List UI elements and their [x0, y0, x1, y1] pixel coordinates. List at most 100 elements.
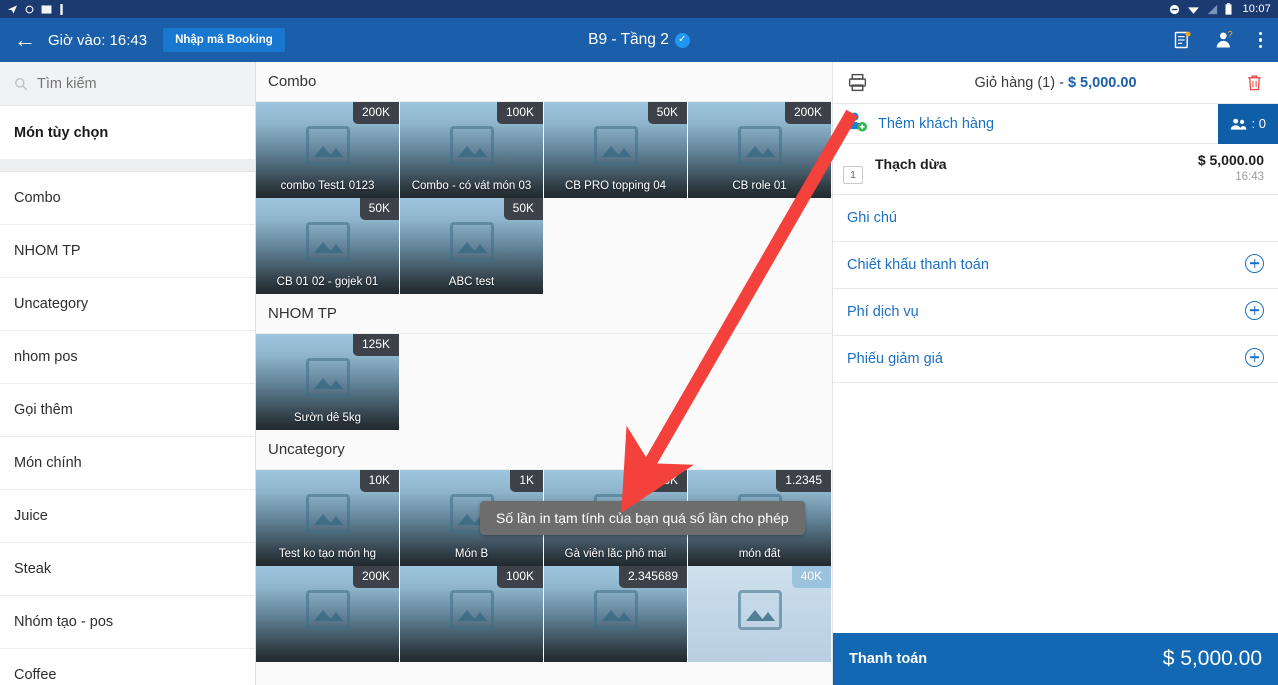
sidebar-item-nhom-pos[interactable]: nhom pos — [0, 331, 255, 384]
person-add-icon[interactable]: ? — [1215, 30, 1235, 50]
cart-panel: Giỏ hàng (1) - $ 5,000.00 Thêm khách hàn… — [832, 62, 1278, 685]
status-bar-right-icons: 10:07 — [1169, 3, 1271, 15]
overflow-menu-icon[interactable] — [1257, 31, 1265, 49]
image-placeholder-icon — [305, 222, 350, 263]
entry-time-label: Giờ vào: 16:43 — [48, 31, 148, 49]
price-badge: 100K — [496, 102, 543, 124]
line-item-price: $ 5,000.00 — [1197, 152, 1264, 168]
cart-header: Giỏ hàng (1) - $ 5,000.00 — [833, 62, 1278, 104]
price-badge: 40K — [791, 566, 831, 588]
android-status-bar: 10:07 — [0, 0, 1278, 18]
add-customer-label[interactable]: Thêm khách hàng — [878, 116, 994, 132]
price-badge: 125K — [352, 334, 399, 356]
sidebar-item-steak[interactable]: Steak — [0, 543, 255, 596]
clock-icon — [25, 5, 34, 13]
cart-empty-space — [833, 383, 1278, 633]
sidebar-item-nhom-tp[interactable]: NHOM TP — [0, 225, 255, 278]
group-header-nhom-tp: NHOM TP — [256, 294, 832, 334]
sidebar-separator — [0, 159, 255, 172]
line-item-name: Thạch dừa — [875, 156, 947, 172]
product-name: Test ko tạo món hg — [278, 548, 377, 560]
product-card[interactable]: 40K — [688, 566, 832, 662]
product-name: Sườn dê 5kg — [293, 412, 362, 424]
product-card[interactable]: 200K CB role 01 — [688, 102, 832, 198]
usb-icon — [60, 3, 63, 15]
add-customer-icon[interactable] — [845, 110, 868, 138]
product-row: 125K Sườn dê 5kg — [256, 334, 832, 430]
product-card[interactable]: 125K Sườn dê 5kg — [256, 334, 400, 430]
price-badge: 200K — [352, 102, 399, 124]
sidebar-item-combo[interactable]: Combo — [0, 172, 255, 225]
price-badge: 200K — [352, 566, 399, 588]
back-arrow-icon[interactable]: ← — [10, 29, 48, 51]
guest-count-chip[interactable]: : 0 — [1217, 103, 1278, 144]
price-badge: 50K — [647, 102, 687, 124]
table-title: B9 - Tầng 2 ✓ — [588, 31, 690, 49]
sidebar-item-goi-them[interactable]: Gọi thêm — [0, 384, 255, 437]
payment-discount-label: Chiết khấu thanh toán — [847, 257, 989, 273]
app-bar: ← Giờ vào: 16:43 Nhập mã Booking B9 - Tầ… — [0, 18, 1278, 62]
add-voucher-icon[interactable] — [1245, 347, 1264, 371]
product-card[interactable]: 10K Test ko tạo món hg — [256, 470, 400, 566]
note-add-icon[interactable] — [1173, 30, 1193, 50]
voucher-link[interactable]: Phiếu giảm giá — [833, 336, 1278, 383]
add-payment-discount-icon[interactable] — [1245, 253, 1264, 277]
telegram-icon — [7, 4, 18, 14]
product-card[interactable]: 200K combo Test1 0123 — [256, 102, 400, 198]
trash-icon[interactable] — [1245, 73, 1264, 92]
line-item-time: 16:43 — [1235, 171, 1264, 183]
people-icon — [1230, 118, 1246, 130]
image-placeholder-icon — [593, 590, 638, 631]
quantity-stepper[interactable]: 1 — [843, 166, 863, 184]
sidebar-item-coffee[interactable]: Coffee — [0, 649, 255, 685]
checkout-button[interactable]: Thanh toán $ 5,000.00 — [833, 633, 1278, 685]
service-fee-link[interactable]: Phí dịch vụ — [833, 289, 1278, 336]
image-placeholder-icon — [305, 358, 350, 399]
product-card[interactable]: 200K — [256, 566, 400, 662]
voucher-label: Phiếu giảm giá — [847, 351, 943, 367]
group-header-uncategory: Uncategory — [256, 430, 832, 470]
add-customer-row[interactable]: Thêm khách hàng : 0 — [833, 103, 1278, 144]
printer-icon[interactable] — [847, 72, 868, 93]
search-input[interactable] — [37, 75, 241, 92]
product-row: 200K 100K 2.345689 40K — [256, 566, 832, 662]
image-placeholder-icon — [449, 222, 494, 263]
product-card[interactable]: 50K CB 01 02 - gojek 01 — [256, 198, 400, 294]
sidebar-item-juice[interactable]: Juice — [0, 490, 255, 543]
sidebar-item-nhom-tao-pos[interactable]: Nhóm tạo - pos — [0, 596, 255, 649]
image-placeholder-icon — [737, 590, 782, 631]
price-badge: 25K — [647, 470, 687, 492]
booking-code-button[interactable]: Nhập mã Booking — [163, 28, 285, 52]
product-card[interactable]: 50K CB PRO topping 04 — [544, 102, 688, 198]
sidebar-item-custom-dish[interactable]: Món tùy chọn — [0, 106, 255, 159]
cart-line-item[interactable]: 1 Thạch dừa $ 5,000.00 16:43 — [833, 144, 1278, 195]
note-link[interactable]: Ghi chú — [833, 195, 1278, 242]
product-card[interactable]: 2.345689 — [544, 566, 688, 662]
product-row: 50K CB 01 02 - gojek 01 50K ABC test — [256, 198, 832, 294]
product-row: 200K combo Test1 0123 100K Combo - có vá… — [256, 102, 832, 198]
signal-icon — [1208, 4, 1218, 14]
price-badge: 100K — [496, 566, 543, 588]
status-bar-clock: 10:07 — [1242, 3, 1271, 15]
product-card[interactable]: 50K ABC test — [400, 198, 544, 294]
product-card[interactable]: 100K — [400, 566, 544, 662]
svg-text:?: ? — [1227, 30, 1232, 40]
pos-screen: 10:07 ← Giờ vào: 16:43 Nhập mã Booking B… — [0, 0, 1278, 685]
product-grid[interactable]: Combo 200K combo Test1 0123 100K Combo -… — [256, 62, 832, 685]
table-title-text: B9 - Tầng 2 — [588, 31, 669, 48]
add-service-fee-icon[interactable] — [1245, 300, 1264, 324]
cart-title-amount: $ 5,000.00 — [1067, 74, 1137, 91]
wifi-icon — [1188, 6, 1200, 14]
product-name: Món B — [454, 548, 489, 560]
search-bar[interactable] — [0, 62, 255, 106]
cart-title-prefix: Giỏ hàng (1) - — [974, 74, 1068, 91]
sidebar-item-mon-chinh[interactable]: Món chính — [0, 437, 255, 490]
sidebar-item-uncategory[interactable]: Uncategory — [0, 278, 255, 331]
price-badge: 1.2345 — [776, 470, 831, 492]
status-bar-left-icons — [7, 3, 64, 15]
line-item-right: $ 5,000.00 16:43 — [1198, 152, 1264, 183]
checkout-amount: $ 5,000.00 — [1162, 647, 1262, 670]
product-card[interactable]: 100K Combo - có vát món 03 — [400, 102, 544, 198]
product-name: CB role 01 — [732, 180, 787, 192]
payment-discount-link[interactable]: Chiết khấu thanh toán — [833, 242, 1278, 289]
